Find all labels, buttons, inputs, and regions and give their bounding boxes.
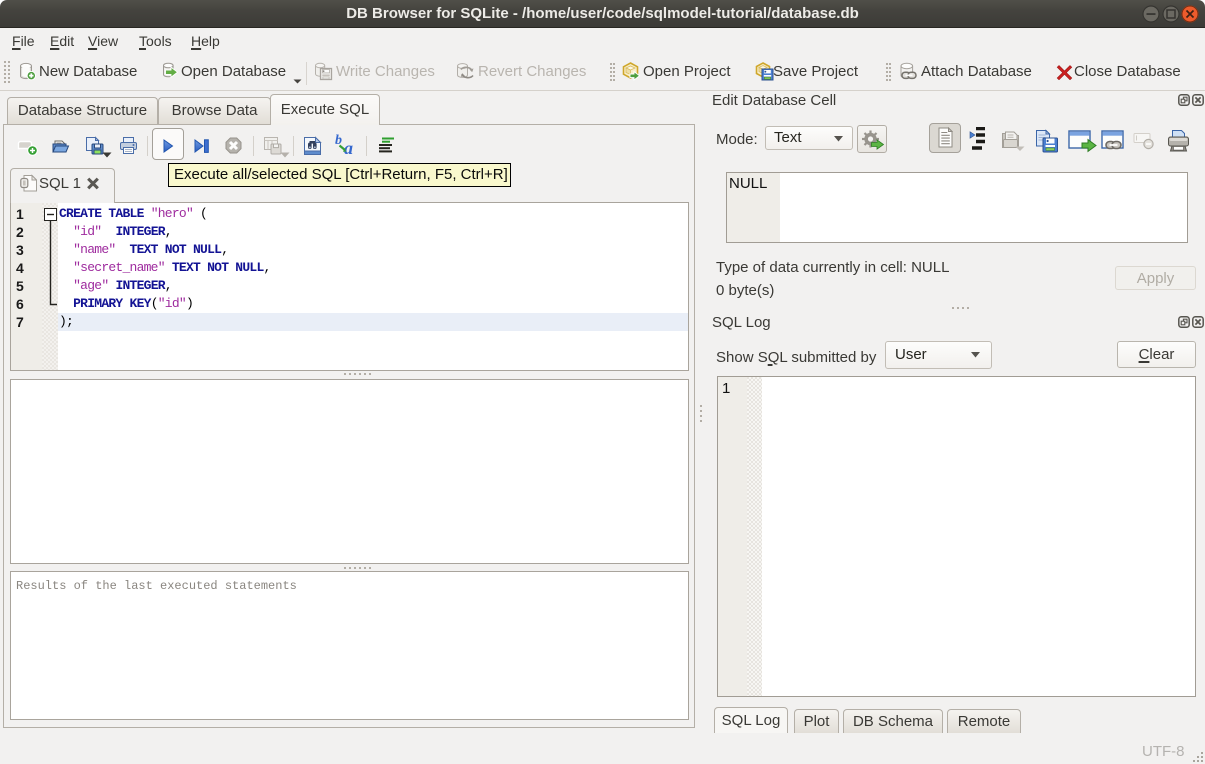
svg-text:a: a (344, 138, 353, 156)
